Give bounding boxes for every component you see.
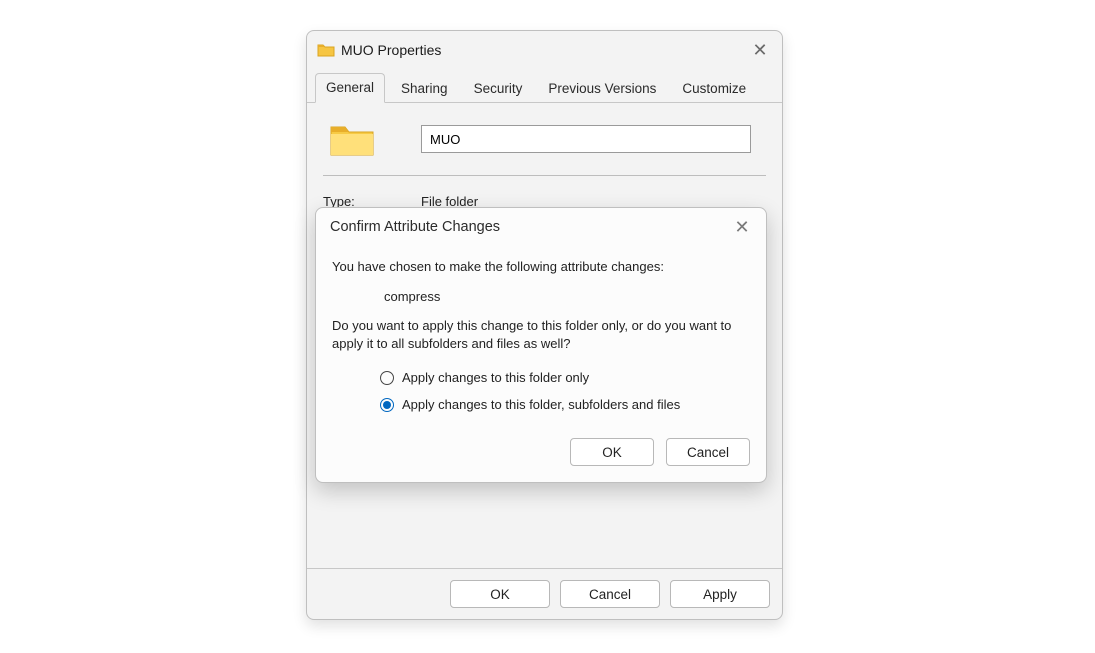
apply-button[interactable]: Apply bbox=[670, 580, 770, 608]
cancel-button[interactable]: Cancel bbox=[560, 580, 660, 608]
radio-recursive[interactable]: Apply changes to this folder, subfolders… bbox=[380, 397, 750, 412]
confirm-button-row: OK Cancel bbox=[332, 438, 750, 466]
ok-button[interactable]: OK bbox=[450, 580, 550, 608]
confirm-title: Confirm Attribute Changes bbox=[330, 219, 500, 235]
confirm-change: compress bbox=[332, 288, 750, 306]
ok-button[interactable]: OK bbox=[570, 438, 654, 466]
confirm-attribute-changes-dialog: Confirm Attribute Changes ✕ You have cho… bbox=[315, 207, 767, 483]
radio-icon bbox=[380, 398, 394, 412]
confirm-question: Do you want to apply this change to this… bbox=[332, 317, 750, 352]
radio-label-folder-only: Apply changes to this folder only bbox=[402, 370, 589, 385]
cancel-button[interactable]: Cancel bbox=[666, 438, 750, 466]
folder-name-row bbox=[323, 119, 766, 176]
folder-name-input[interactable] bbox=[421, 125, 751, 153]
tab-sharing[interactable]: Sharing bbox=[391, 75, 458, 103]
properties-tabs: General Sharing Security Previous Versio… bbox=[307, 69, 782, 103]
radio-folder-only[interactable]: Apply changes to this folder only bbox=[380, 370, 750, 385]
properties-button-row: OK Cancel Apply bbox=[307, 569, 782, 619]
confirm-body: You have chosen to make the following at… bbox=[316, 246, 766, 482]
tab-general[interactable]: General bbox=[315, 73, 385, 103]
tab-previous-versions[interactable]: Previous Versions bbox=[538, 75, 666, 103]
scope-radio-group: Apply changes to this folder only Apply … bbox=[332, 370, 750, 412]
folder-icon bbox=[329, 119, 375, 159]
folder-icon bbox=[317, 42, 335, 58]
radio-label-recursive: Apply changes to this folder, subfolders… bbox=[402, 397, 680, 412]
confirm-intro: You have chosen to make the following at… bbox=[332, 258, 750, 276]
tab-customize[interactable]: Customize bbox=[672, 75, 756, 103]
radio-icon bbox=[380, 371, 394, 385]
tab-security[interactable]: Security bbox=[464, 75, 533, 103]
close-icon[interactable]: ✕ bbox=[728, 217, 756, 238]
confirm-titlebar: Confirm Attribute Changes ✕ bbox=[316, 208, 766, 246]
close-icon[interactable]: ✕ bbox=[746, 41, 774, 59]
properties-title: MUO Properties bbox=[341, 42, 441, 58]
properties-titlebar: MUO Properties ✕ bbox=[307, 31, 782, 69]
